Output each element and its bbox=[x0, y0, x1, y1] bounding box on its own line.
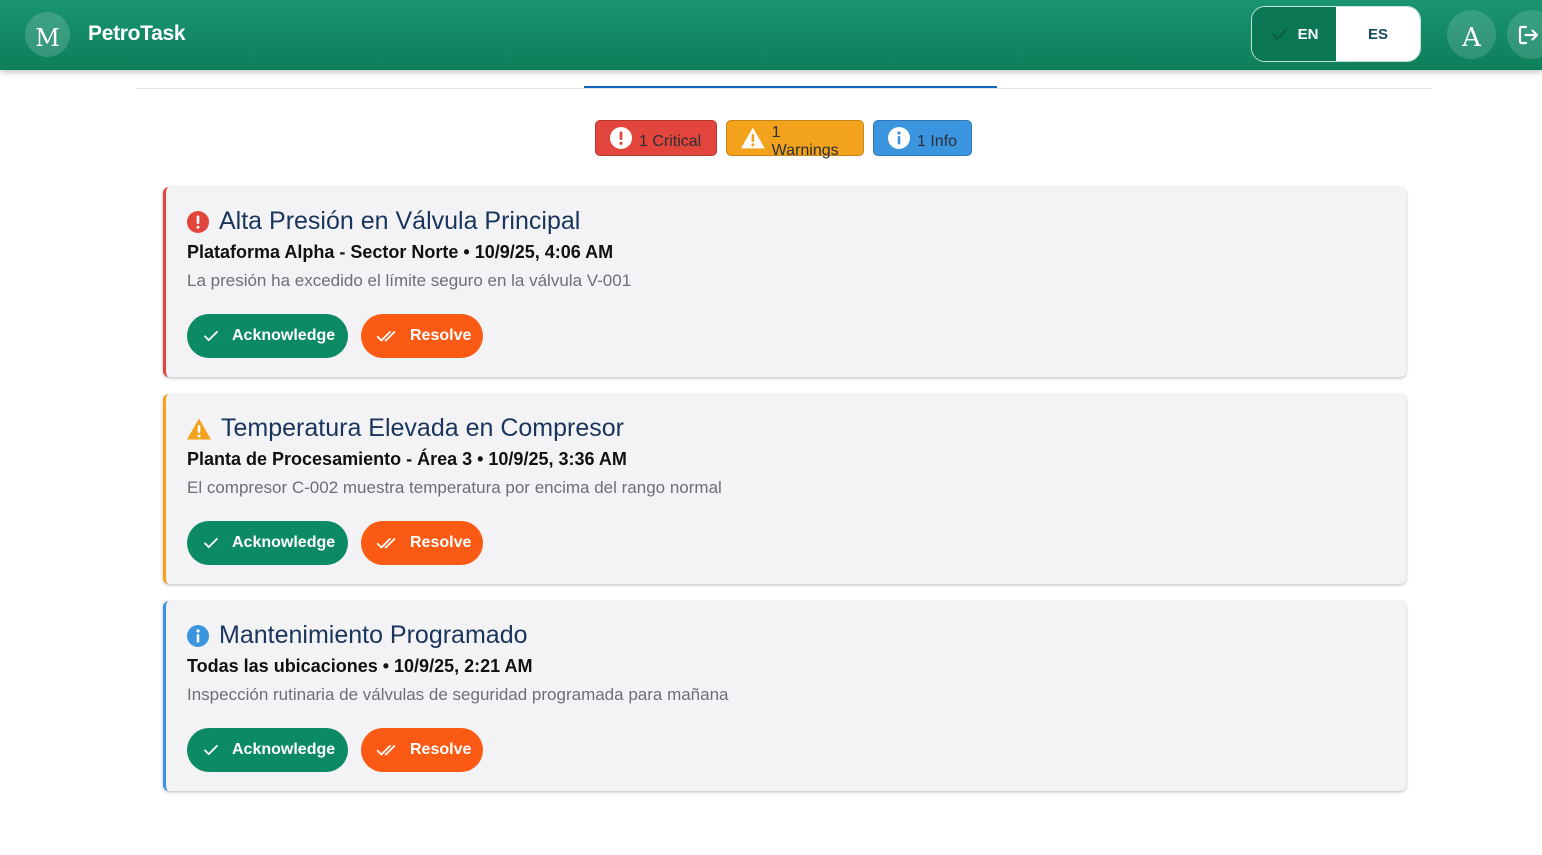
double-check-icon bbox=[376, 538, 396, 549]
alert-card: Temperatura Elevada en Compresor Planta … bbox=[163, 394, 1406, 584]
critical-count-chip[interactable]: 1 Critical bbox=[595, 120, 717, 156]
warnings-count-label: 1 Warnings bbox=[771, 124, 839, 159]
alert-card: Alta Presión en Válvula Principal Plataf… bbox=[163, 187, 1406, 377]
double-check-icon bbox=[376, 745, 396, 756]
logout-button[interactable] bbox=[1507, 10, 1542, 59]
check-icon bbox=[204, 330, 218, 342]
acknowledge-button[interactable]: Acknowledge bbox=[187, 314, 348, 358]
app-title: PetroTask bbox=[88, 22, 186, 45]
resolve-button[interactable]: Resolve bbox=[361, 728, 483, 772]
alert-description: Inspección rutinaria de válvulas de segu… bbox=[187, 685, 729, 704]
resolve-button[interactable]: Resolve bbox=[361, 521, 483, 565]
warning-icon bbox=[187, 418, 211, 439]
app-logo[interactable]: M bbox=[25, 12, 70, 57]
lang-en-label: EN bbox=[1297, 25, 1319, 43]
alert-location-time: Todas las ubicaciones • 10/9/25, 2:21 AM bbox=[187, 656, 533, 676]
acknowledge-button[interactable]: Acknowledge bbox=[187, 521, 348, 565]
alert-heading: Mantenimiento Programado bbox=[186, 621, 528, 650]
alert-title: Temperatura Elevada en Compresor bbox=[221, 414, 624, 442]
resolve-label: Resolve bbox=[410, 534, 472, 551]
lang-es-label: ES bbox=[1367, 25, 1388, 43]
check-icon bbox=[204, 537, 218, 549]
check-icon bbox=[1271, 28, 1288, 40]
info-count-label: 1 Info bbox=[917, 133, 958, 150]
alert-location-time: Plataforma Alpha - Sector Norte • 10/9/2… bbox=[187, 242, 614, 262]
error-icon bbox=[610, 127, 632, 149]
acknowledge-label: Acknowledge bbox=[232, 534, 336, 551]
active-tab-indicator bbox=[584, 86, 997, 88]
info-icon bbox=[187, 624, 209, 647]
acknowledge-label: Acknowledge bbox=[232, 741, 336, 758]
alert-heading: Temperatura Elevada en Compresor bbox=[186, 414, 624, 443]
double-check-icon bbox=[376, 331, 396, 342]
info-icon bbox=[888, 127, 910, 149]
avatar-letter: A bbox=[1462, 22, 1481, 53]
warnings-count-chip[interactable]: 1 Warnings bbox=[726, 120, 864, 159]
lang-en-button[interactable]: EN bbox=[1252, 7, 1336, 61]
alert-location-time: Planta de Procesamiento - Área 3 • 10/9/… bbox=[187, 449, 627, 469]
alert-title: Alta Presión en Válvula Principal bbox=[219, 207, 581, 235]
user-avatar[interactable]: A bbox=[1447, 10, 1496, 59]
alert-title: Mantenimiento Programado bbox=[219, 621, 528, 649]
acknowledge-label: Acknowledge bbox=[232, 327, 336, 344]
error-icon bbox=[187, 210, 209, 233]
info-count-chip[interactable]: 1 Info bbox=[873, 120, 972, 156]
check-icon bbox=[204, 744, 218, 756]
logo-letter: M bbox=[35, 23, 60, 52]
lang-es-button[interactable]: ES bbox=[1336, 7, 1420, 61]
resolve-button[interactable]: Resolve bbox=[361, 314, 483, 358]
alert-description: El compresor C-002 muestra temperatura p… bbox=[187, 478, 722, 497]
alert-description: La presión ha excedido el límite seguro … bbox=[187, 271, 632, 290]
warning-icon bbox=[740, 127, 765, 149]
alert-card: Mantenimiento Programado Todas las ubica… bbox=[163, 601, 1406, 791]
logout-icon bbox=[1518, 25, 1539, 44]
critical-count-label: 1 Critical bbox=[639, 133, 702, 150]
tabs-divider bbox=[136, 88, 1432, 89]
acknowledge-button[interactable]: Acknowledge bbox=[187, 728, 348, 772]
alert-heading: Alta Presión en Válvula Principal bbox=[186, 207, 580, 236]
resolve-label: Resolve bbox=[410, 741, 472, 758]
resolve-label: Resolve bbox=[410, 327, 472, 344]
app-header: M PetroTask EN ES A bbox=[0, 0, 1542, 70]
language-toggle: EN ES bbox=[1251, 6, 1421, 62]
